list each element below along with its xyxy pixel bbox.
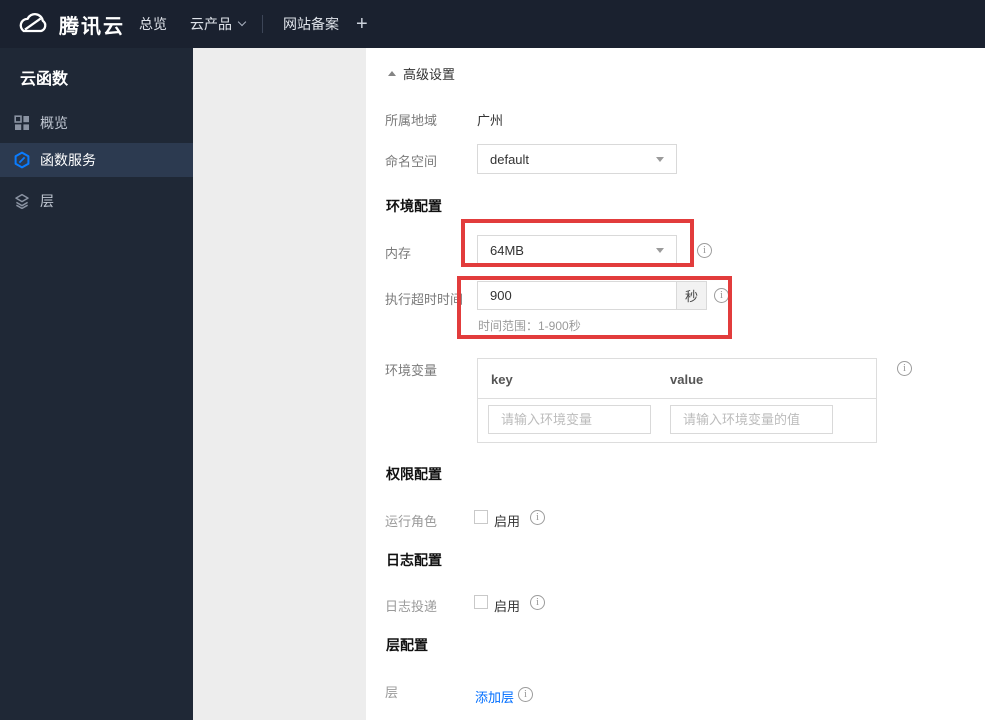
logship-enable-label: 启用 (494, 599, 521, 614)
envvar-value-input[interactable] (670, 405, 833, 434)
sidebar-item-overview[interactable]: 概览 (0, 106, 193, 140)
memory-selected-value: 64MB (490, 242, 524, 258)
memory-select[interactable]: 64MB (477, 235, 677, 265)
memory-label: 内存 (385, 246, 412, 261)
top-nav: 腾讯云 总览 云产品 网站备案 + (0, 0, 985, 48)
nav-item-products[interactable]: 云产品 (190, 0, 247, 48)
table-divider (478, 398, 876, 399)
tencent-cloud-brand[interactable]: 腾讯云 (16, 0, 125, 48)
role-info-icon[interactable] (530, 510, 545, 525)
sidebar-title: 云函数 (20, 71, 69, 88)
sidebar-item-label: 概览 (40, 115, 68, 131)
envvar-info-icon[interactable] (897, 361, 912, 376)
main-content: 高级设置 所属地域 广州 命名空间 default 环境配置 内存 64MB 执… (366, 48, 985, 720)
nav-item-icp[interactable]: 网站备案 (283, 0, 339, 48)
namespace-label: 命名空间 (385, 154, 438, 169)
section-permission-config: 权限配置 (386, 466, 442, 482)
add-layer-link[interactable]: 添加层 (475, 687, 514, 706)
advanced-settings-label: 高级设置 (403, 67, 456, 82)
tencent-cloud-logo-icon (16, 11, 50, 37)
nav-add-tab-button[interactable]: + (356, 0, 368, 48)
logship-info-icon[interactable] (530, 595, 545, 610)
region-value: 广州 (477, 113, 504, 128)
envvar-key-input[interactable] (488, 405, 651, 434)
sidebar: 云函数 概览 函数服务 层 (0, 48, 193, 720)
memory-info-icon[interactable] (697, 243, 712, 258)
sidebar-item-layers[interactable]: 层 (0, 184, 193, 218)
function-hexagon-icon (13, 151, 31, 169)
nav-item-overview[interactable]: 总览 (139, 0, 167, 48)
brand-title: 腾讯云 (59, 15, 125, 38)
caret-down-icon (656, 248, 664, 253)
sidebar-item-label: 函数服务 (40, 152, 96, 168)
nav-products-label: 云产品 (190, 16, 232, 32)
grid-icon (13, 114, 31, 132)
envvar-key-header: key (491, 372, 513, 387)
triangle-up-icon (388, 71, 396, 76)
role-enable-label: 启用 (494, 514, 521, 529)
nav-divider (262, 15, 263, 33)
region-label: 所属地域 (385, 113, 438, 128)
namespace-selected-value: default (490, 151, 530, 167)
chevron-down-icon (237, 17, 247, 27)
sidebar-item-function-service[interactable]: 函数服务 (0, 143, 193, 177)
section-layer-config: 层配置 (386, 637, 428, 653)
nav-overview-label: 总览 (139, 16, 167, 32)
nav-icp-label: 网站备案 (283, 16, 339, 32)
envvar-table: key value (477, 358, 877, 443)
layer-info-icon[interactable] (518, 687, 533, 702)
timeout-info-icon[interactable] (714, 288, 729, 303)
secondary-panel (193, 48, 366, 720)
advanced-settings-toggle[interactable]: 高级设置 (388, 64, 455, 83)
role-label: 运行角色 (385, 514, 438, 529)
timeout-hint: 时间范围：1-900秒 (478, 319, 581, 333)
layers-icon (13, 192, 31, 210)
sidebar-item-label: 层 (40, 193, 54, 209)
section-env-config: 环境配置 (386, 198, 442, 214)
logship-label: 日志投递 (385, 599, 438, 614)
logship-enable-checkbox[interactable] (474, 595, 488, 609)
timeout-label: 执行超时时间 (385, 292, 464, 307)
envvar-value-header: value (670, 372, 704, 387)
envvar-label: 环境变量 (385, 363, 438, 378)
role-enable-checkbox[interactable] (474, 510, 488, 524)
caret-down-icon (656, 157, 664, 162)
section-log-config: 日志配置 (386, 552, 442, 568)
namespace-select[interactable]: default (477, 144, 677, 174)
timeout-input[interactable] (477, 281, 677, 310)
layer-label: 层 (385, 685, 399, 700)
plus-icon: + (356, 12, 368, 35)
timeout-unit-addon: 秒 (677, 281, 707, 310)
